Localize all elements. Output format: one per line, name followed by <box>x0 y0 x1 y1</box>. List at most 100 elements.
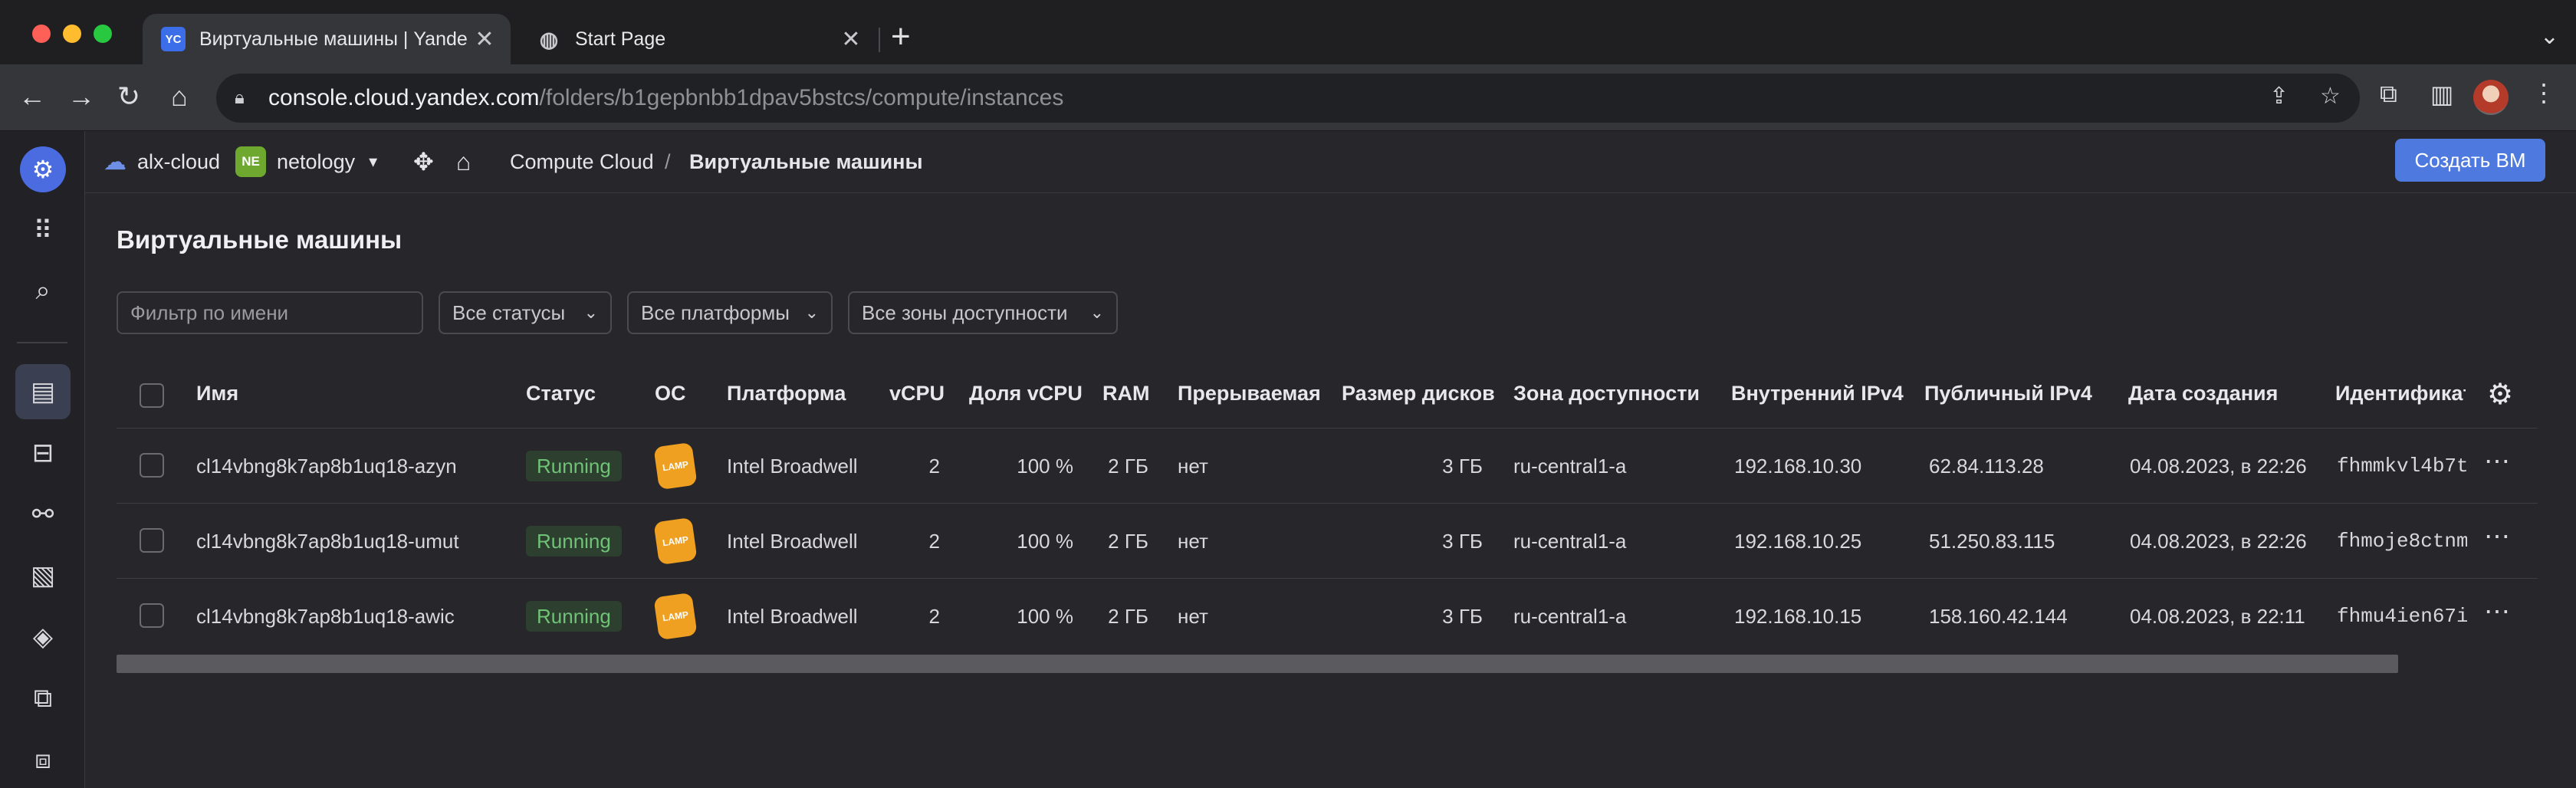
column-header-vcpu-share[interactable]: Доля vCPU <box>969 382 1083 405</box>
column-header-id[interactable]: Идентификат <box>2335 382 2466 405</box>
all-services-grid-icon[interactable]: ⠿ <box>20 208 66 254</box>
row-checkbox[interactable] <box>140 453 164 478</box>
vm-id-cell[interactable]: fhmoje8ctnm <box>2337 530 2467 553</box>
new-tab-button[interactable]: + <box>891 20 911 54</box>
search-icon[interactable]: ⌕ <box>20 268 66 314</box>
public-ip-cell: 62.84.113.28 <box>1929 455 2044 478</box>
created-cell: 04.08.2023, в 22:11 <box>2130 605 2305 628</box>
yandex-cloud-logo-icon[interactable]: ⚙ <box>20 146 66 192</box>
breadcrumb-service[interactable]: Compute Cloud <box>510 131 654 192</box>
disk-size-cell: 3 ГБ <box>1442 605 1483 628</box>
browser-tab-start-page[interactable]: ◍ Start Page ✕ <box>518 14 877 64</box>
services-hub-icon[interactable]: ✥ <box>413 131 434 192</box>
address-bar[interactable]: 🔒︎ console.cloud.yandex.com/folders/b1ge… <box>216 74 2360 123</box>
browser-menu-icon[interactable]: ⋮ <box>2532 78 2556 107</box>
images-icon[interactable]: ▧ <box>20 553 66 599</box>
row-divider <box>117 578 2538 579</box>
folder-selector[interactable]: NE netology ▾ <box>235 131 377 192</box>
platform-cell: Intel Broadwell <box>727 455 858 478</box>
virtual-machines-icon[interactable]: ▤ <box>15 364 71 419</box>
vm-name[interactable]: cl14vbng8k7ap8b1uq18-azyn <box>196 455 457 478</box>
folder-badge: NE <box>235 146 266 177</box>
side-panel-icon[interactable]: ▥ <box>2430 80 2453 109</box>
column-header-vcpu[interactable]: vCPU <box>889 382 945 405</box>
chevron-down-icon: ▾ <box>369 152 378 171</box>
vm-id-cell[interactable]: fhmu4ien67i <box>2337 605 2467 628</box>
horizontal-scrollbar[interactable] <box>117 655 2398 673</box>
left-navigation-rail: ⚙ ⠿ ⌕ ▤ ⊟ ⚯ ▧ ◈ ⧉ ⧈ <box>0 131 85 788</box>
home-icon[interactable]: ⌂ <box>163 80 196 113</box>
status-filter-select[interactable]: Все статусы ⌄ <box>439 291 612 334</box>
placement-groups-icon[interactable]: ⧈ <box>20 737 66 783</box>
row-actions-more-icon[interactable]: ⋯ <box>2484 446 2512 477</box>
column-header-ram[interactable]: RAM <box>1102 382 1150 405</box>
table-settings-gear-icon[interactable]: ⚙ <box>2487 377 2513 412</box>
close-tab-icon[interactable]: ✕ <box>836 26 866 53</box>
column-header-zone[interactable]: Зона доступности <box>1513 382 1700 405</box>
extensions-puzzle-icon[interactable]: ⧉ <box>2380 80 2397 109</box>
chevron-down-icon: ⌄ <box>1089 303 1104 322</box>
row-actions-more-icon[interactable]: ⋯ <box>2484 521 2512 552</box>
cloud-selector[interactable]: alx-cloud <box>137 131 220 192</box>
share-icon[interactable]: ⇪ <box>2269 83 2288 110</box>
layers-icon[interactable]: ◈ <box>20 614 66 660</box>
platform-filter-value: Все платформы <box>641 300 790 324</box>
zone-cell: ru-central1-a <box>1513 605 1627 628</box>
disks-icon[interactable]: ⊟ <box>20 430 66 476</box>
zone-filter-select[interactable]: Все зоны доступности ⌄ <box>848 291 1118 334</box>
home-icon[interactable]: ⌂ <box>456 131 471 192</box>
name-filter-input[interactable]: Фильтр по имени <box>117 291 423 334</box>
create-vm-button[interactable]: Создать ВМ <box>2395 139 2545 182</box>
status-badge: Running <box>526 601 622 632</box>
forward-arrow-icon[interactable]: → <box>64 80 98 113</box>
created-cell: 04.08.2023, в 22:26 <box>2130 455 2307 478</box>
tab-divider <box>879 28 880 52</box>
url-text: console.cloud.yandex.com/folders/b1gepbn… <box>268 85 1064 110</box>
column-header-platform[interactable]: Платформа <box>727 382 846 405</box>
row-checkbox[interactable] <box>140 528 164 553</box>
column-header-disk-size[interactable]: Размер дисков <box>1342 382 1495 405</box>
vm-name[interactable]: cl14vbng8k7ap8b1uq18-awic <box>196 605 455 629</box>
column-header-os[interactable]: ОС <box>655 382 686 405</box>
snapshots-icon[interactable]: ⧉ <box>20 675 66 721</box>
internal-ip-cell: 192.168.10.30 <box>1734 455 1862 478</box>
folder-name: netology <box>277 149 356 173</box>
zoom-window-button[interactable] <box>94 25 112 43</box>
instance-groups-icon[interactable]: ⚯ <box>20 491 66 537</box>
column-header-created[interactable]: Дата создания <box>2128 382 2278 405</box>
column-header-public-ip[interactable]: Публичный IPv4 <box>1924 382 2092 405</box>
back-arrow-icon[interactable]: ← <box>15 80 49 113</box>
browser-tab-active[interactable]: YC Виртуальные машины | Yande ✕ <box>143 14 511 64</box>
platform-cell: Intel Broadwell <box>727 605 858 628</box>
minimize-window-button[interactable] <box>63 25 81 43</box>
preemptible-cell: нет <box>1178 605 1208 628</box>
chevron-down-icon: ⌄ <box>804 303 819 322</box>
vm-name[interactable]: cl14vbng8k7ap8b1uq18-umut <box>196 530 459 553</box>
browser-tab-strip: YC Виртуальные машины | Yande ✕ ◍ Start … <box>0 0 2576 64</box>
status-badge: Running <box>526 526 622 557</box>
reload-icon[interactable]: ↻ <box>112 80 146 113</box>
platform-filter-select[interactable]: Все платформы ⌄ <box>627 291 833 334</box>
platform-cell: Intel Broadwell <box>727 530 858 553</box>
zone-filter-value: Все зоны доступности <box>862 300 1068 324</box>
tab-search-chevron-icon[interactable]: ⌄ <box>2540 23 2559 50</box>
column-header-preemptible[interactable]: Прерываемая <box>1178 382 1321 405</box>
vcpu-cell: 2 <box>928 605 940 628</box>
select-all-checkbox[interactable] <box>140 383 164 408</box>
row-checkbox[interactable] <box>140 603 164 628</box>
internal-ip-cell: 192.168.10.15 <box>1734 605 1862 628</box>
vm-id-cell[interactable]: fhmmkvl4b7t <box>2337 455 2467 478</box>
ram-cell: 2 ГБ <box>1108 455 1148 478</box>
column-header-status[interactable]: Статус <box>526 382 596 405</box>
column-header-internal-ip[interactable]: Внутренний IPv4 <box>1731 382 1904 405</box>
profile-avatar[interactable] <box>2473 80 2509 115</box>
status-badge: Running <box>526 451 622 481</box>
bookmark-star-icon[interactable]: ☆ <box>2320 83 2341 110</box>
row-actions-more-icon[interactable]: ⋯ <box>2484 596 2512 627</box>
column-header-name[interactable]: Имя <box>196 382 238 405</box>
vcpu-cell: 2 <box>928 530 940 553</box>
lamp-os-icon: LAMP <box>653 592 698 641</box>
close-window-button[interactable] <box>32 25 51 43</box>
lamp-os-icon: LAMP <box>653 442 698 491</box>
close-tab-icon[interactable]: ✕ <box>469 26 500 53</box>
